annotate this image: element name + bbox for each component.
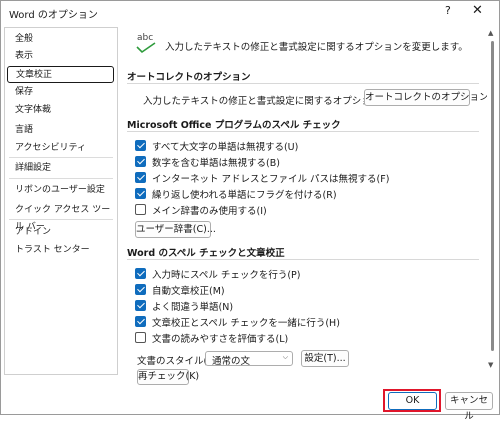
sidebar-divider	[9, 178, 113, 179]
section-divider	[127, 259, 479, 260]
sidebar-divider	[9, 219, 113, 220]
checkbox-label: 自動文章校正(M)	[152, 286, 225, 297]
proofing-abc-icon: abc	[135, 33, 157, 55]
checkbox-label: メイン辞書のみ使用する(I)	[152, 206, 267, 217]
title-bar: Word のオプション ? ✕	[1, 1, 499, 25]
checkbox-label: 数字を含む単語は無視する(B)	[152, 158, 280, 169]
sidebar-item-customize-ribbon[interactable]: リボンのユーザー設定	[7, 182, 114, 199]
section-divider	[127, 131, 479, 132]
cancel-button[interactable]: キャンセル	[445, 392, 493, 422]
checkbox-label: 入力時にスペル チェックを行う(P)	[152, 270, 301, 281]
section-divider	[127, 83, 479, 84]
checkbox[interactable]	[135, 204, 146, 215]
checkbox[interactable]	[135, 268, 146, 279]
custom-dictionaries-button[interactable]: ユーザー辞書(C)...	[135, 221, 216, 238]
checkbox-label: 文書の読みやすさを評価する(L)	[152, 334, 289, 345]
word-options-dialog: Word のオプション ? ✕ 全般 表示 文章校正 保存 文字体裁 言語 アク…	[0, 0, 500, 422]
checkbox[interactable]	[135, 188, 146, 199]
checkbox-label: よく間違う単語(N)	[152, 302, 234, 313]
scroll-down-icon[interactable]: ▼	[488, 361, 493, 369]
scrollbar[interactable]: ▲ ▼	[487, 27, 497, 373]
writing-style-value: 通常の文	[212, 356, 251, 367]
sidebar-item-general[interactable]: 全般	[7, 31, 114, 48]
checkbox[interactable]	[135, 172, 146, 183]
sidebar-item-save[interactable]: 保存	[7, 84, 114, 101]
scroll-up-icon[interactable]: ▲	[488, 29, 493, 37]
checkbox-label: すべて大文字の単語は無視する(U)	[152, 142, 299, 153]
checkbox[interactable]	[135, 284, 146, 295]
settings-button[interactable]: 設定(T)...	[301, 350, 349, 367]
checkbox-label: 文章校正とスペル チェックを一緒に行う(H)	[152, 318, 340, 329]
sidebar-item-typography[interactable]: 文字体裁	[7, 102, 114, 119]
ok-button[interactable]: OK	[388, 392, 437, 410]
sidebar-item-advanced[interactable]: 詳細設定	[7, 160, 114, 177]
sidebar-item-display[interactable]: 表示	[7, 48, 114, 65]
window-title: Word のオプション	[9, 10, 98, 21]
sidebar-item-trust-center[interactable]: トラスト センター	[7, 242, 114, 259]
chevron-down-icon: ⌵	[282, 353, 288, 361]
checkmark-icon	[136, 42, 156, 54]
checkbox[interactable]	[135, 332, 146, 343]
checkbox[interactable]	[135, 140, 146, 151]
autocorrect-heading: オートコレクトのオプション	[127, 72, 251, 83]
scroll-thumb[interactable]	[491, 41, 494, 351]
proofing-panel: abc 入力したテキストの修正と書式設定に関するオプションを変更します。 オート…	[121, 27, 487, 373]
checkbox[interactable]	[135, 156, 146, 167]
sidebar-item-addins[interactable]: アドイン	[7, 224, 114, 241]
checkbox-label: インターネット アドレスとファイル パスは無視する(F)	[152, 174, 390, 185]
sidebar-item-proofing[interactable]: 文章校正	[7, 66, 114, 83]
close-icon[interactable]: ✕	[472, 3, 483, 18]
autocorrect-options-button[interactable]: オートコレクトのオプション(A)...	[364, 89, 487, 106]
checkbox-label: 繰り返し使われる単語にフラグを付ける(R)	[152, 190, 337, 201]
sidebar-item-language[interactable]: 言語	[7, 122, 114, 139]
checkbox[interactable]	[135, 300, 146, 311]
writing-style-select[interactable]: 通常の文 ⌵	[205, 351, 293, 367]
sidebar-item-quick-access-toolbar[interactable]: クイック アクセス ツール バー	[7, 202, 114, 232]
word-spelling-heading: Word のスペル チェックと文章校正	[127, 248, 285, 259]
help-icon[interactable]: ?	[445, 4, 451, 17]
checkbox[interactable]	[135, 316, 146, 327]
recheck-document-button[interactable]: 再チェック(K)	[137, 369, 199, 385]
sidebar-divider	[9, 157, 113, 158]
sidebar: 全般 表示 文章校正 保存 文字体裁 言語 アクセシビリティ 詳細設定 リボンの…	[4, 27, 118, 375]
office-spelling-heading: Microsoft Office プログラムのスペル チェック	[127, 120, 341, 131]
panel-description: 入力したテキストの修正と書式設定に関するオプションを変更します。	[165, 42, 468, 53]
sidebar-item-accessibility[interactable]: アクセシビリティ	[7, 140, 114, 157]
